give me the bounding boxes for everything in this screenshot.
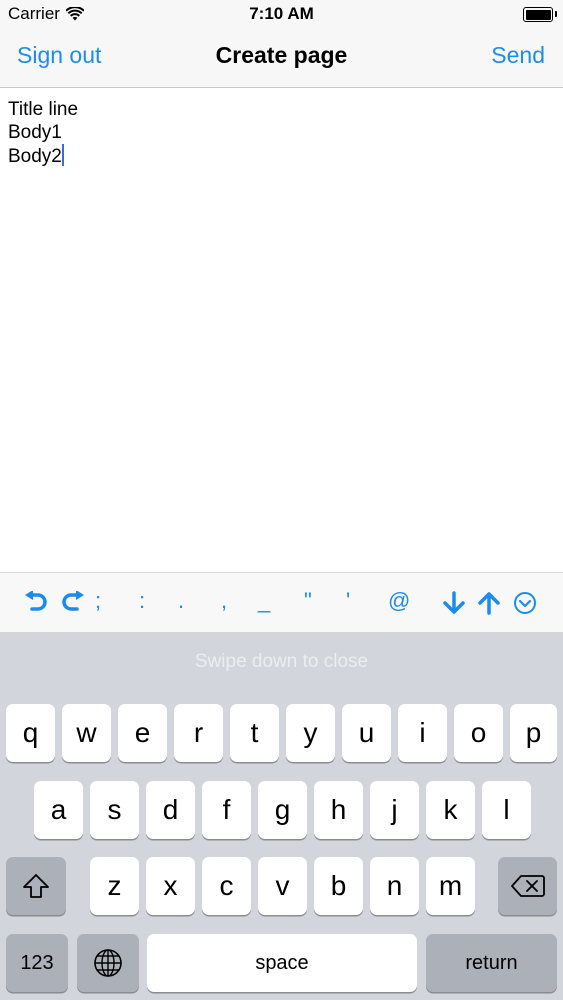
close-keyboard-icon[interactable] <box>513 591 537 615</box>
key-u[interactable]: u <box>342 704 391 762</box>
key-x[interactable]: x <box>146 857 195 915</box>
undo-icon[interactable] <box>24 591 48 613</box>
key-r[interactable]: r <box>174 704 223 762</box>
key-p[interactable]: p <box>510 704 557 762</box>
key-d[interactable]: d <box>146 781 195 839</box>
navigation-bar: Sign out Create page Send <box>0 30 563 88</box>
key-f[interactable]: f <box>202 781 251 839</box>
keyboard-accessory-toolbar: ; : . , _ " ' @ <box>0 572 563 632</box>
period-key[interactable]: . <box>178 589 184 613</box>
shift-icon <box>23 874 49 898</box>
key-n[interactable]: n <box>370 857 419 915</box>
redo-icon[interactable] <box>61 591 85 613</box>
backspace-icon <box>510 875 545 897</box>
key-g[interactable]: g <box>258 781 307 839</box>
status-time: 7:10 AM <box>249 4 314 23</box>
key-w[interactable]: w <box>62 704 111 762</box>
key-z[interactable]: z <box>90 857 139 915</box>
backspace-key[interactable] <box>498 857 557 915</box>
key-c[interactable]: c <box>202 857 251 915</box>
key-h[interactable]: h <box>314 781 363 839</box>
status-bar: Carrier 7:10 AM <box>0 0 563 30</box>
shift-key[interactable] <box>6 857 66 915</box>
editor-line-body1: Body1 <box>8 122 62 143</box>
send-button[interactable]: Send <box>491 42 545 69</box>
semicolon-key[interactable]: ; <box>95 589 101 613</box>
globe-icon <box>94 949 122 977</box>
key-s[interactable]: s <box>90 781 139 839</box>
key-k[interactable]: k <box>426 781 475 839</box>
key-q[interactable]: q <box>6 704 55 762</box>
swipe-hint: Swipe down to close <box>194 651 369 672</box>
text-caret <box>61 144 64 166</box>
key-v[interactable]: v <box>258 857 307 915</box>
key-e[interactable]: e <box>118 704 167 762</box>
key-i[interactable]: i <box>398 704 447 762</box>
colon-key[interactable]: : <box>139 589 145 613</box>
at-key[interactable]: @ <box>388 589 410 613</box>
text-editor[interactable]: Title line Body1 Body2 <box>0 88 563 570</box>
key-o[interactable]: o <box>454 704 503 762</box>
editor-line-body2-text: Body2 <box>8 146 62 167</box>
comma-key[interactable]: , <box>221 589 227 613</box>
battery-icon <box>523 7 557 22</box>
single-quote-key[interactable]: ' <box>346 589 350 613</box>
editor-line-title: Title line <box>8 99 79 120</box>
key-a[interactable]: a <box>34 781 83 839</box>
globe-key[interactable] <box>77 934 139 992</box>
numbers-key[interactable]: 123 <box>6 934 68 992</box>
arrow-down-icon[interactable] <box>443 591 465 615</box>
key-b[interactable]: b <box>314 857 363 915</box>
key-j[interactable]: j <box>370 781 419 839</box>
return-key[interactable]: return <box>426 934 557 992</box>
editor-line-body2: Body2 <box>8 144 555 168</box>
space-key[interactable]: space <box>147 934 417 992</box>
page-title: Create page <box>215 42 348 68</box>
key-l[interactable]: l <box>482 781 531 839</box>
key-y[interactable]: y <box>286 704 335 762</box>
arrow-up-icon[interactable] <box>478 591 500 615</box>
double-quote-key[interactable]: " <box>304 589 312 613</box>
underscore-key[interactable]: _ <box>258 589 270 613</box>
keyboard: Swipe down to close q w e r t y u i o p … <box>0 632 563 1000</box>
key-t[interactable]: t <box>230 704 279 762</box>
key-m[interactable]: m <box>426 857 475 915</box>
